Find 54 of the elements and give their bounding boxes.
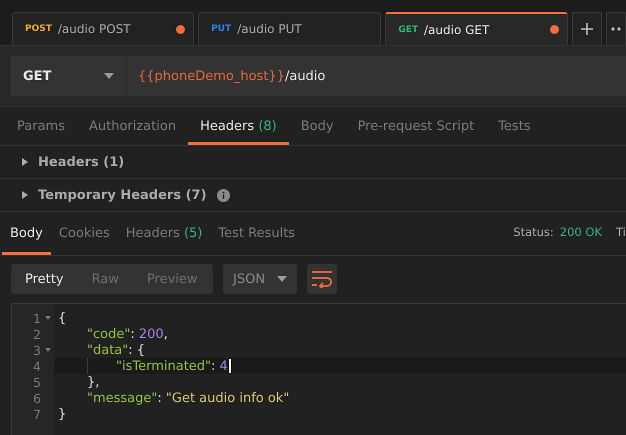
request-section-tab[interactable]: Headers (8) — [188, 107, 289, 145]
response-tab[interactable]: Test Results — [210, 212, 304, 255]
caret-icon — [277, 276, 287, 282]
tab-title: /audio GET — [424, 22, 490, 36]
view-mode-button[interactable]: Pretty — [11, 264, 78, 294]
format-dropdown[interactable]: JSON — [223, 264, 297, 294]
tab-title: /audio PUT — [237, 22, 303, 36]
request-section-tab[interactable]: Params — [5, 107, 77, 145]
more-icon — [611, 27, 622, 31]
request-tab[interactable]: PUT /audio PUT — [198, 12, 382, 45]
response-tab[interactable]: Cookies — [50, 212, 118, 255]
request-section-tab[interactable]: Body — [288, 107, 346, 145]
code-line: "code": 200, — [87, 326, 168, 342]
line-number: 4 — [33, 358, 41, 374]
fold-arrow-icon[interactable] — [44, 316, 50, 320]
line-number: 2 — [33, 326, 41, 342]
fold-arrow-icon[interactable] — [44, 348, 50, 352]
code-line: "data": { — [87, 342, 146, 358]
method-label: PUT — [211, 24, 232, 34]
request-tab[interactable]: GET /audio GET — [385, 12, 568, 45]
code-line: } — [58, 406, 66, 422]
code-line: { — [58, 310, 66, 326]
line-number: 1 — [33, 310, 41, 326]
response-tab[interactable]: Body — [2, 212, 51, 255]
method-dropdown[interactable]: GET — [11, 56, 127, 96]
header-group-toggle[interactable]: Temporary Headers (7) — [22, 188, 207, 202]
tab-title: /audio POST — [58, 22, 132, 36]
code-line: "message": "Get audio info ok" — [87, 390, 290, 406]
code-line: "isTerminated": 4 — [116, 358, 231, 374]
request-section-tab[interactable]: Pre-request Script — [346, 107, 486, 145]
response-tab[interactable]: Headers (5) — [118, 212, 210, 255]
caret-icon — [104, 73, 114, 79]
request-section-tab[interactable]: Tests — [486, 107, 543, 145]
wrap-lines-icon — [311, 270, 333, 288]
line-number: 6 — [33, 390, 41, 406]
method-label: POST — [25, 24, 52, 34]
info-icon[interactable] — [216, 188, 230, 202]
status-label: Status: — [513, 225, 554, 239]
url-field[interactable]: {{phoneDemo_host}}/audio — [127, 56, 626, 96]
line-number: 7 — [33, 406, 41, 422]
header-group-toggle[interactable]: Headers (1) — [22, 154, 124, 170]
plus-icon — [580, 22, 594, 36]
code-editor[interactable]: 1 { 2 "code": 200, 3 "data": { 4 "isTerminated": 4 5 }, 6 "message": "Get audio info ok" 7 } — [11, 303, 626, 435]
method-label: GET — [398, 24, 418, 34]
new-tab-button[interactable] — [572, 12, 602, 45]
code-line: }, — [87, 374, 100, 390]
request-section-tab[interactable]: Authorization — [76, 107, 188, 145]
line-number: 5 — [33, 374, 41, 390]
status-value: 200 OK — [560, 225, 602, 239]
time-label: Ti — [616, 225, 626, 239]
line-number: 3 — [33, 342, 41, 358]
more-button[interactable] — [606, 12, 626, 45]
request-tab[interactable]: POST /audio POST — [12, 12, 194, 45]
wrap-lines-button[interactable] — [307, 264, 337, 294]
